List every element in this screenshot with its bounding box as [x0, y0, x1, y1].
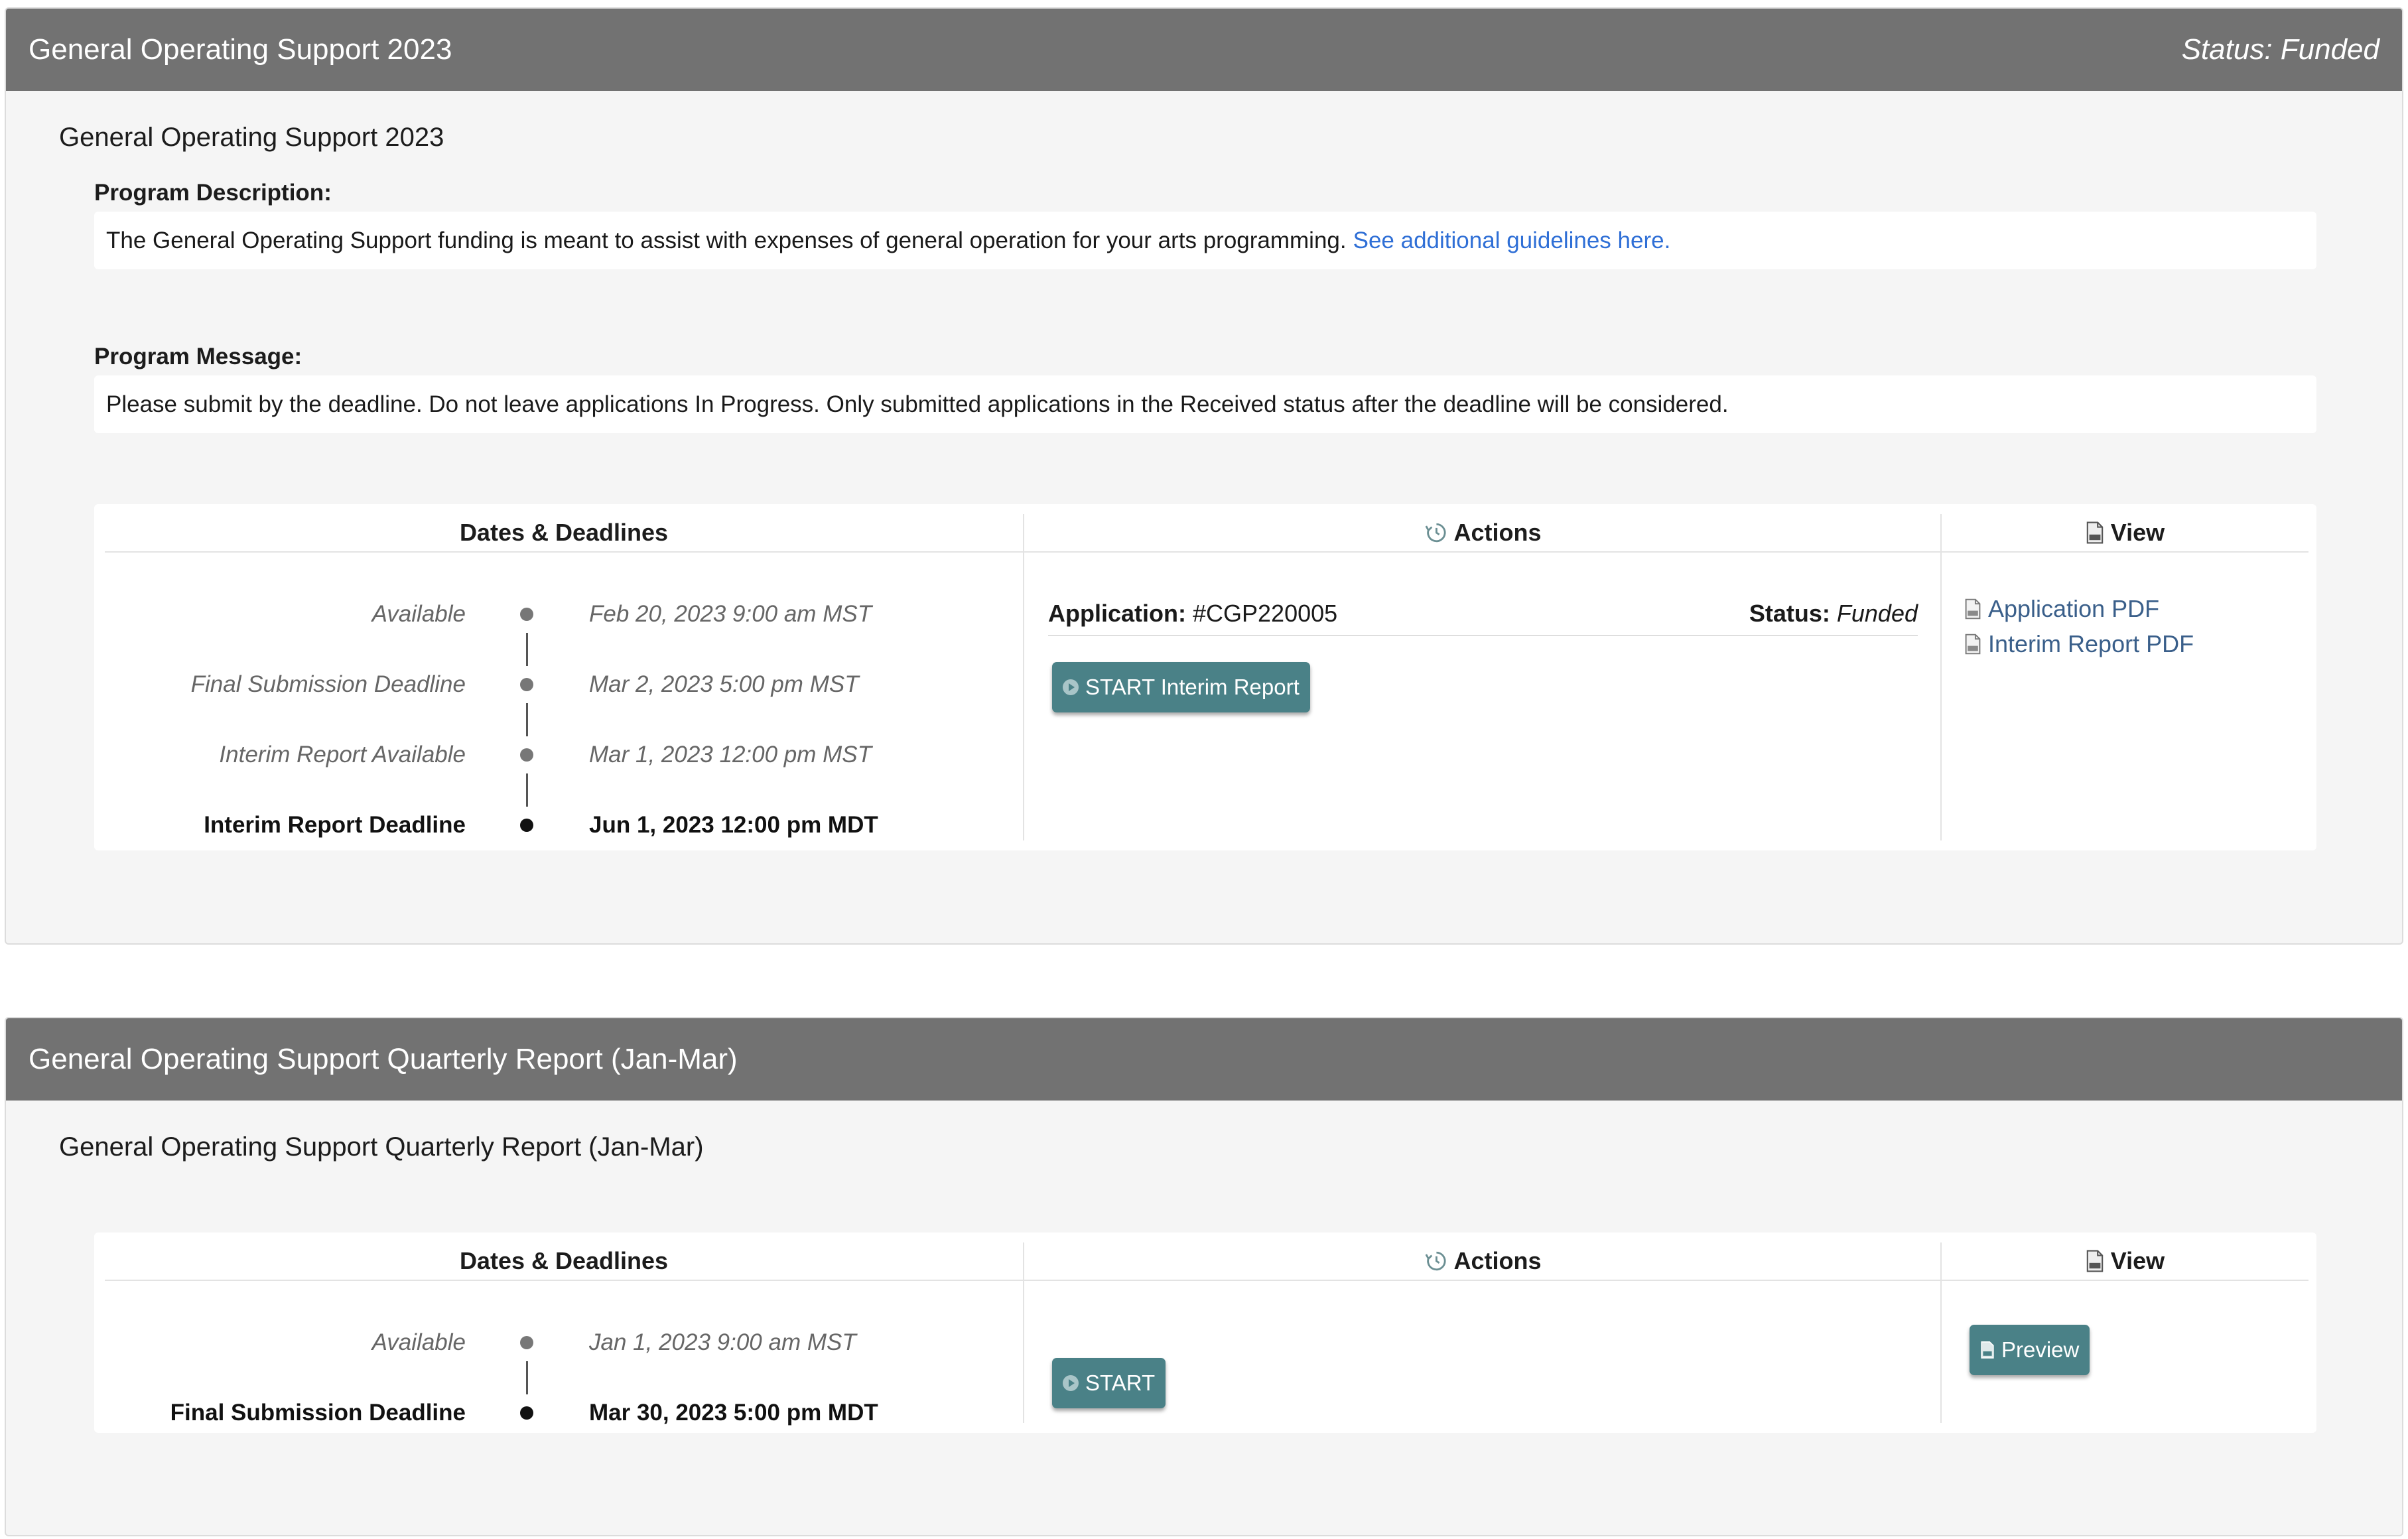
description-text: The General Operating Support funding is… [106, 227, 1347, 253]
actions-header: Actions [1024, 1242, 1942, 1281]
deadline-date: Mar 2, 2023 5:00 pm MST [589, 671, 859, 697]
deadline-label: Available [371, 1329, 466, 1355]
panel-header: General Operating Support Quarterly Repo… [6, 1018, 2402, 1101]
actions-header-label: Actions [1453, 519, 1542, 546]
timeline-connector [526, 703, 528, 736]
link-label: Application PDF [1988, 595, 2160, 622]
actions-header: Actions [1024, 514, 1942, 553]
status-label: Status: [1749, 600, 1830, 627]
view-header-label: View [2110, 519, 2165, 546]
button-label: START Interim Report [1085, 675, 1300, 699]
dates-header: Dates & Deadlines [105, 514, 1023, 553]
deadline-label: Interim Report Available [219, 742, 466, 768]
schedule-table: Dates & Deadlines Available Feb 20, 2023… [94, 504, 2316, 850]
timeline-dot [520, 748, 533, 762]
timeline-dot-current [520, 819, 533, 832]
deadline-label-current: Final Submission Deadline [170, 1400, 466, 1426]
actions-column: Actions START [1023, 1242, 1942, 1423]
history-icon [1424, 521, 1447, 544]
program-title: General Operating Support Quarterly Repo… [59, 1132, 704, 1162]
button-label: Preview [2001, 1337, 2080, 1362]
deadline-label: Available [371, 601, 466, 627]
application-label: Application: [1048, 600, 1186, 627]
timeline-dot [520, 678, 533, 691]
deadline-date: Mar 1, 2023 12:00 pm MST [589, 742, 872, 768]
timeline-connector [526, 773, 528, 807]
program-panel-quarterly-report: General Operating Support Quarterly Repo… [5, 1017, 2403, 1536]
status-value: Funded [1836, 600, 1918, 627]
actions-header-label: Actions [1453, 1247, 1542, 1274]
pdf-file-icon [2086, 1250, 2104, 1272]
schedule-table: Dates & Deadlines Available Jan 1, 2023 … [94, 1233, 2316, 1433]
actions-column: Actions Application: #CGP220005 Status: … [1023, 514, 1942, 840]
deadline-label-current: Interim Report Deadline [204, 812, 466, 838]
description-box: The General Operating Support funding is… [94, 212, 2316, 269]
timeline-connector [526, 1361, 528, 1394]
panel-title: General Operating Support 2023 [29, 33, 452, 66]
application-pdf-link[interactable]: Application PDF [1964, 595, 2159, 623]
application-id: Application: #CGP220005 [1048, 600, 1337, 628]
start-interim-report-button[interactable]: START Interim Report [1052, 662, 1310, 712]
deadline-date: Feb 20, 2023 9:00 am MST [589, 601, 872, 627]
program-title: General Operating Support 2023 [59, 123, 444, 152]
dates-header: Dates & Deadlines [105, 1242, 1023, 1281]
pdf-file-icon [1964, 598, 1981, 620]
pdf-file-icon [1964, 634, 1981, 655]
description-label: Program Description: [94, 180, 332, 206]
timeline-connector [526, 633, 528, 666]
view-column: View Preview [1940, 1242, 2308, 1423]
pdf-file-icon [1980, 1341, 1995, 1359]
program-panel-gos-2023: General Operating Support 2023 Status: F… [5, 7, 2403, 945]
start-button[interactable]: START [1052, 1358, 1166, 1408]
timeline-dot-current [520, 1406, 533, 1420]
view-header: View [1942, 514, 2308, 553]
guidelines-link[interactable]: See additional guidelines here. [1353, 228, 1671, 254]
timeline-dot [520, 608, 533, 621]
pdf-file-icon [2086, 521, 2104, 544]
panel-status: Status: Funded [2181, 33, 2379, 66]
deadline-date-current: Jun 1, 2023 12:00 pm MDT [589, 812, 878, 838]
panel-header: General Operating Support 2023 Status: F… [6, 9, 2402, 91]
play-circle-icon [1063, 679, 1079, 695]
view-column: View Application PDF Interim Report PDF [1940, 514, 2308, 840]
dates-column: Dates & Deadlines Available Jan 1, 2023 … [105, 1242, 1023, 1426]
link-label: Interim Report PDF [1988, 630, 2194, 657]
play-circle-icon [1063, 1375, 1079, 1391]
application-number: #CGP220005 [1193, 600, 1338, 627]
view-header: View [1942, 1242, 2308, 1281]
history-icon [1424, 1250, 1447, 1272]
panel-title: General Operating Support Quarterly Repo… [29, 1043, 738, 1075]
message-text: Please submit by the deadline. Do not le… [106, 391, 1729, 417]
dates-column: Dates & Deadlines Available Feb 20, 2023… [105, 514, 1023, 840]
preview-button[interactable]: Preview [1970, 1325, 2090, 1375]
view-header-label: View [2110, 1247, 2165, 1274]
button-label: START [1085, 1371, 1156, 1395]
application-status: Status: Funded [1749, 600, 1918, 628]
application-line: Application: #CGP220005 Status: Funded [1048, 592, 1918, 636]
deadline-label: Final Submission Deadline [190, 671, 466, 697]
interim-report-pdf-link[interactable]: Interim Report PDF [1964, 630, 2194, 658]
deadline-date: Jan 1, 2023 9:00 am MST [589, 1329, 856, 1355]
deadline-date-current: Mar 30, 2023 5:00 pm MDT [589, 1400, 878, 1426]
message-label: Program Message: [94, 344, 302, 369]
message-box: Please submit by the deadline. Do not le… [94, 375, 2316, 433]
timeline-dot [520, 1336, 533, 1349]
